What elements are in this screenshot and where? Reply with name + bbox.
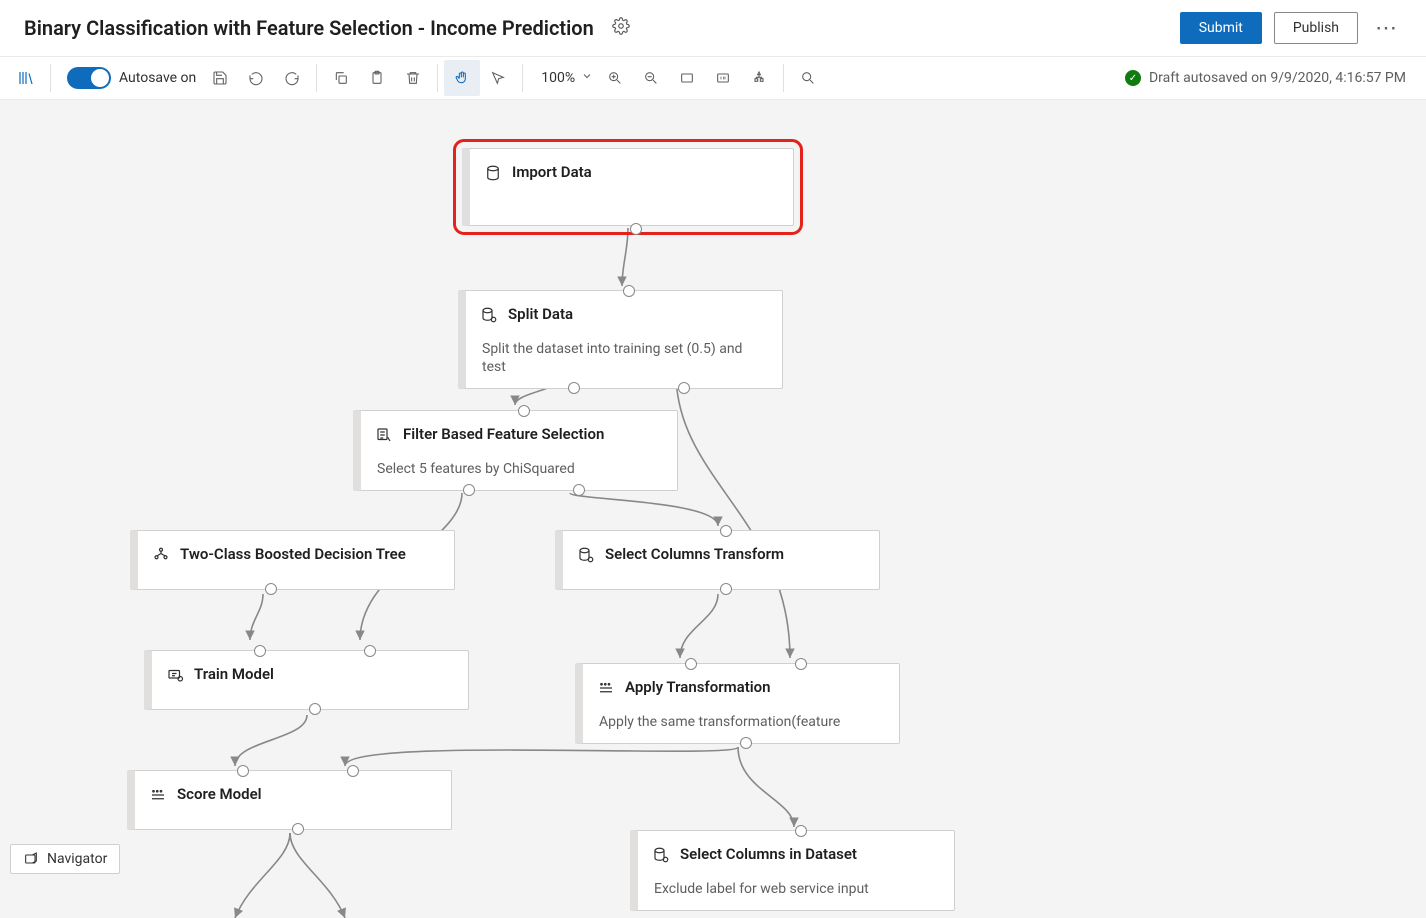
node-title: Score Model xyxy=(177,785,262,803)
port-in-1[interactable] xyxy=(254,645,266,657)
node-title: Select Columns Transform xyxy=(605,545,784,563)
database-split-icon xyxy=(480,306,498,328)
port-out[interactable] xyxy=(265,583,277,595)
undo-icon[interactable] xyxy=(238,60,274,96)
node-title: Train Model xyxy=(194,665,274,683)
columns-select-icon xyxy=(652,846,670,868)
save-icon[interactable] xyxy=(202,60,238,96)
fit-to-screen-icon[interactable] xyxy=(669,60,705,96)
chevron-down-icon[interactable] xyxy=(581,70,593,86)
port-in[interactable] xyxy=(720,525,732,537)
node-filter-feature-selection[interactable]: Filter Based Feature Selection Select 5 … xyxy=(353,410,678,491)
actual-size-icon[interactable] xyxy=(705,60,741,96)
node-title: Apply Transformation xyxy=(625,678,771,696)
node-split-data[interactable]: Split Data Split the dataset into traini… xyxy=(458,290,783,389)
zoom-out-icon[interactable] xyxy=(633,60,669,96)
port-in[interactable] xyxy=(795,825,807,837)
pipeline-canvas[interactable]: Import Data Split Data Split the dataset… xyxy=(0,100,1426,918)
score-icon xyxy=(149,786,167,808)
copy-icon[interactable] xyxy=(323,60,359,96)
node-select-columns-in-dataset[interactable]: Select Columns in Dataset Exclude label … xyxy=(630,830,955,911)
node-select-columns-transform[interactable]: Select Columns Transform xyxy=(555,530,880,590)
port-out[interactable] xyxy=(309,703,321,715)
node-title: Select Columns in Dataset xyxy=(680,845,857,863)
autosave-status: ✓ Draft autosaved on 9/9/2020, 4:16:57 P… xyxy=(1125,70,1418,86)
status-text: Draft autosaved on 9/9/2020, 4:16:57 PM xyxy=(1149,70,1406,86)
pan-icon[interactable] xyxy=(444,60,480,96)
node-subtitle: Split the dataset into training set (0.5… xyxy=(466,340,782,388)
node-train-model[interactable]: Train Model xyxy=(144,650,469,710)
publish-button[interactable]: Publish xyxy=(1274,12,1358,44)
delete-icon[interactable] xyxy=(395,60,431,96)
library-icon[interactable] xyxy=(8,60,44,96)
transform-icon xyxy=(597,679,615,701)
search-icon[interactable] xyxy=(790,60,826,96)
node-title: Split Data xyxy=(508,305,573,323)
port-out-1[interactable] xyxy=(463,484,475,496)
select-icon[interactable] xyxy=(480,60,516,96)
port-in-2[interactable] xyxy=(347,765,359,777)
port-out[interactable] xyxy=(740,737,752,749)
navigator-label: Navigator xyxy=(47,851,107,867)
columns-icon xyxy=(577,546,595,568)
autosave-toggle[interactable] xyxy=(67,67,111,89)
toolbar: Autosave on 100% xyxy=(0,56,1426,100)
auto-layout-icon[interactable] xyxy=(741,60,777,96)
filter-icon xyxy=(375,426,393,448)
node-title: Two-Class Boosted Decision Tree xyxy=(180,545,406,563)
port-out[interactable] xyxy=(720,583,732,595)
port-out[interactable] xyxy=(292,823,304,835)
autosave-label: Autosave on xyxy=(119,70,196,86)
navigator-button[interactable]: Navigator xyxy=(10,844,120,874)
node-score-model[interactable]: Score Model xyxy=(127,770,452,830)
node-subtitle: Select 5 features by ChiSquared xyxy=(361,460,677,490)
port-in[interactable] xyxy=(518,405,530,417)
zoom-level[interactable]: 100% xyxy=(529,70,581,86)
more-icon[interactable]: ⋯ xyxy=(1370,12,1402,44)
port-in-2[interactable] xyxy=(795,658,807,670)
port-out-1[interactable] xyxy=(568,382,580,394)
node-apply-transformation[interactable]: Apply Transformation Apply the same tran… xyxy=(575,663,900,744)
port-in-1[interactable] xyxy=(237,765,249,777)
tree-icon xyxy=(152,546,170,568)
port-out-2[interactable] xyxy=(678,382,690,394)
train-icon xyxy=(166,666,184,688)
submit-button[interactable]: Submit xyxy=(1180,12,1262,44)
node-two-class-boosted-decision-tree[interactable]: Two-Class Boosted Decision Tree xyxy=(130,530,455,590)
header: Binary Classification with Feature Selec… xyxy=(0,0,1426,56)
zoom-in-icon[interactable] xyxy=(597,60,633,96)
port-in-1[interactable] xyxy=(685,658,697,670)
port-out[interactable] xyxy=(630,223,642,235)
port-out-2[interactable] xyxy=(573,484,585,496)
check-icon: ✓ xyxy=(1125,70,1141,86)
node-title: Import Data xyxy=(512,163,592,181)
port-in-2[interactable] xyxy=(364,645,376,657)
navigator-icon xyxy=(23,851,39,867)
node-title: Filter Based Feature Selection xyxy=(403,425,604,443)
node-import-data[interactable]: Import Data xyxy=(462,148,794,226)
page-title: Binary Classification with Feature Selec… xyxy=(24,16,594,40)
redo-icon[interactable] xyxy=(274,60,310,96)
paste-icon[interactable] xyxy=(359,60,395,96)
node-subtitle: Exclude label for web service input xyxy=(638,880,954,910)
port-in[interactable] xyxy=(623,285,635,297)
database-icon xyxy=(484,164,502,186)
settings-icon[interactable] xyxy=(612,17,630,39)
